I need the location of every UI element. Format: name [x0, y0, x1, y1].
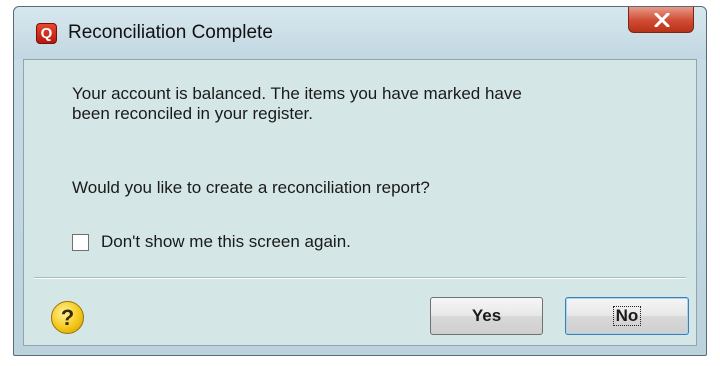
dont-show-again-row[interactable]: Don't show me this screen again.	[72, 231, 351, 253]
reconciliation-dialog: Q Reconciliation Complete Your account i…	[13, 6, 707, 356]
message-text: Your account is balanced. The items you …	[72, 84, 672, 124]
separator	[34, 277, 686, 279]
close-icon	[654, 13, 670, 27]
dialog-content: Your account is balanced. The items you …	[23, 59, 697, 346]
help-icon[interactable]: ?	[51, 301, 84, 334]
no-button[interactable]: No	[565, 297, 689, 335]
report-question: Would you like to create a reconciliatio…	[72, 178, 430, 197]
title-bar[interactable]: Q Reconciliation Complete	[14, 7, 706, 59]
dont-show-again-label[interactable]: Don't show me this screen again.	[101, 232, 351, 252]
message-line-1: Your account is balanced. The items you …	[72, 84, 522, 103]
dialog-title: Reconciliation Complete	[68, 22, 273, 43]
no-button-label: No	[612, 306, 642, 326]
yes-button[interactable]: Yes	[430, 297, 543, 335]
dont-show-again-checkbox[interactable]	[72, 233, 89, 251]
quicken-q-icon: Q	[36, 23, 57, 44]
message-line-2: been reconciled in your register.	[72, 104, 313, 123]
close-button[interactable]	[628, 7, 694, 33]
